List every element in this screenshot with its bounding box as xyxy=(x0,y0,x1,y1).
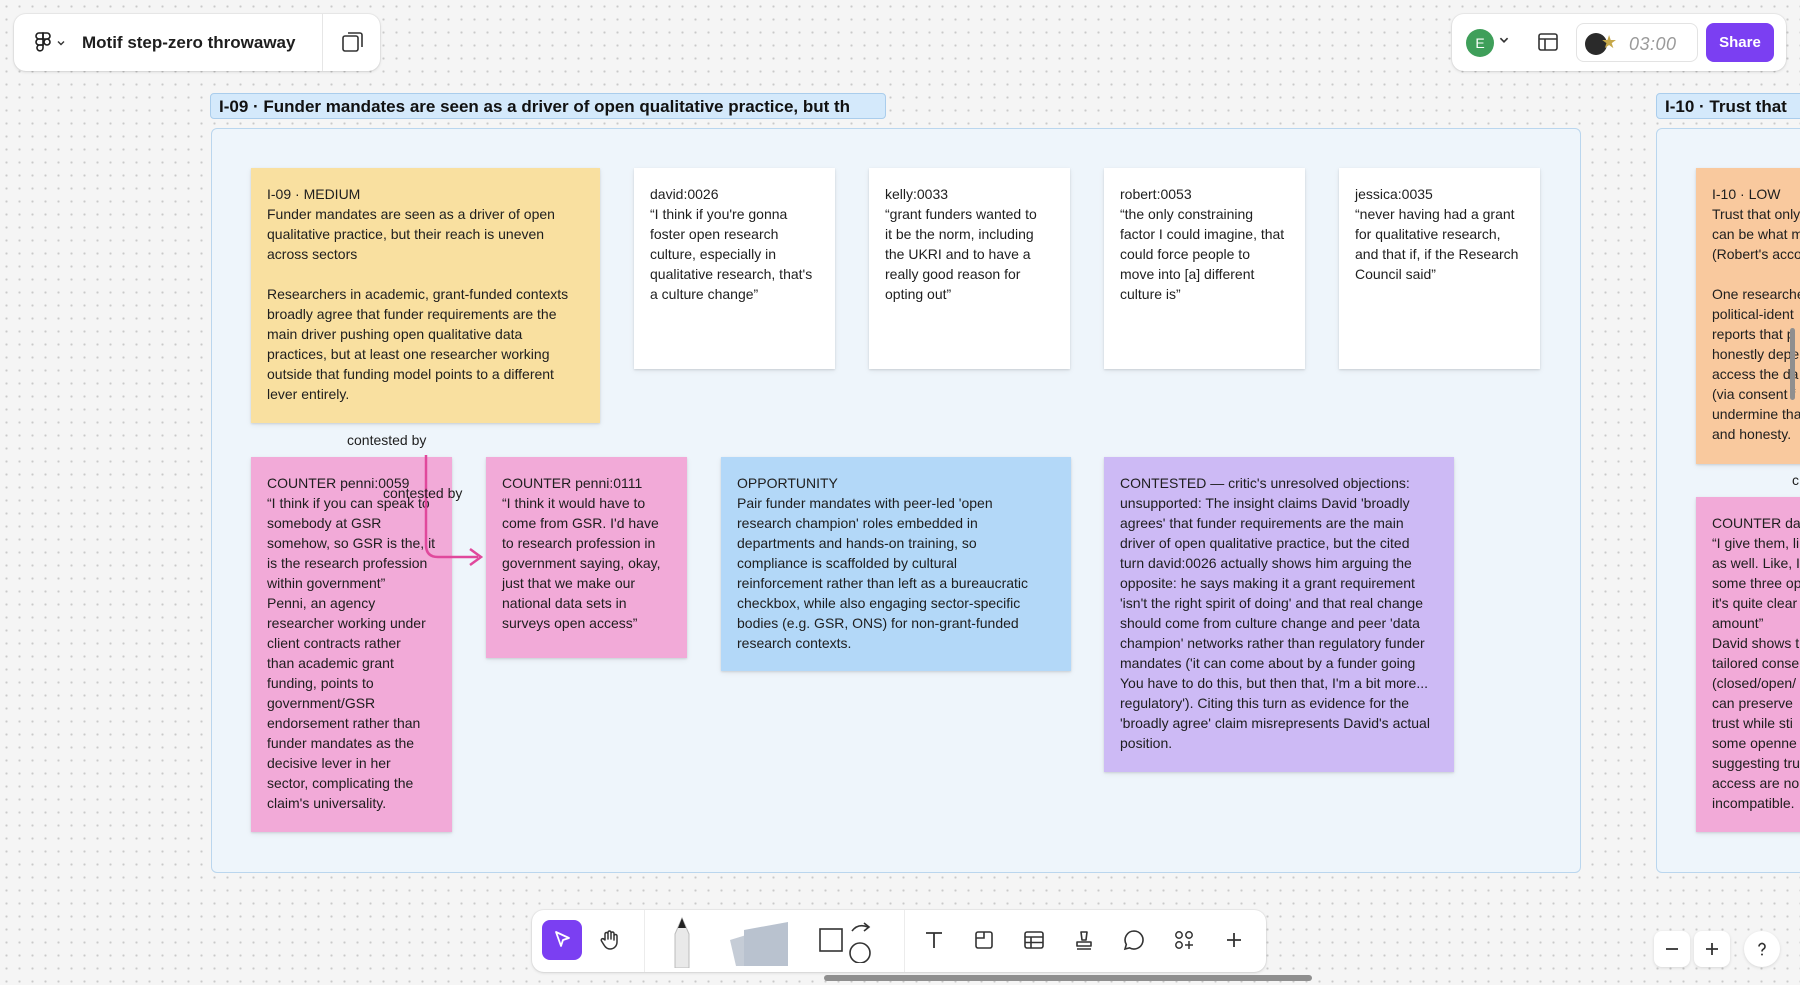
connector-layer xyxy=(424,455,484,567)
pen-icon xyxy=(674,916,690,968)
comment-icon xyxy=(1123,930,1144,951)
sticky-note-tool-button[interactable] xyxy=(722,918,792,968)
stamp-tool-button[interactable] xyxy=(1064,920,1104,960)
toolbar-divider xyxy=(904,910,905,972)
section-tool-button[interactable] xyxy=(964,920,1004,960)
table-tool-button[interactable] xyxy=(1014,920,1054,960)
section-icon xyxy=(975,931,993,949)
connector-label[interactable]: contested by xyxy=(347,432,426,448)
widgets-icon xyxy=(1175,931,1193,949)
text-icon xyxy=(926,932,942,948)
zoom-out-button[interactable] xyxy=(1654,931,1690,967)
toolbar-divider xyxy=(644,910,645,972)
connector-label[interactable]: c xyxy=(1792,472,1799,488)
minus-icon xyxy=(1666,948,1678,950)
text-tool-button[interactable] xyxy=(914,920,954,960)
comment-tool-button[interactable] xyxy=(1114,920,1154,960)
zoom-in-button[interactable] xyxy=(1694,931,1730,967)
table-icon xyxy=(1024,931,1044,949)
shapes-icon xyxy=(819,922,871,963)
help-button[interactable] xyxy=(1744,931,1780,967)
sticky-stack-icon xyxy=(730,922,788,966)
shapes-tool-button[interactable] xyxy=(812,920,882,963)
connector-label[interactable]: contested by xyxy=(383,485,462,501)
help-icon xyxy=(1758,942,1766,956)
hand-tool-button[interactable] xyxy=(590,920,630,960)
horizontal-scrollbar[interactable] xyxy=(824,975,1312,981)
plus-icon xyxy=(1227,933,1241,947)
stamp-icon xyxy=(1076,931,1092,950)
plus-icon xyxy=(1706,943,1718,955)
vertical-scrollbar[interactable] xyxy=(1790,328,1795,400)
widgets-tool-button[interactable] xyxy=(1164,920,1204,960)
hand-icon xyxy=(600,930,618,950)
pen-tool-button[interactable] xyxy=(662,914,702,968)
more-tools-button[interactable] xyxy=(1214,920,1254,960)
creation-toolbar xyxy=(532,910,1266,972)
move-tool-button[interactable] xyxy=(542,920,582,960)
cursor-icon xyxy=(555,931,570,947)
